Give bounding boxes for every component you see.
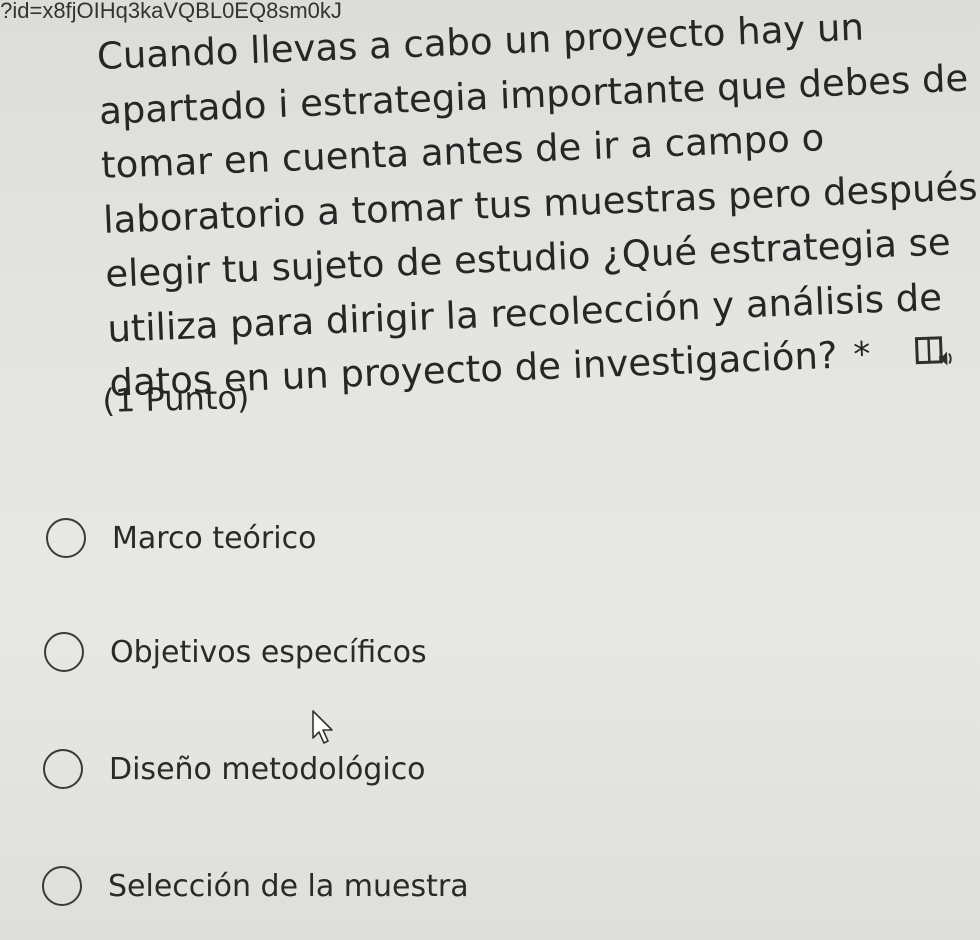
question-points: (1 Punto) — [102, 378, 250, 420]
immersive-reader-icon[interactable] — [914, 335, 955, 371]
option-objetivos-especificos[interactable]: Objetivos específicos — [44, 632, 427, 672]
option-label: Objetivos específicos — [110, 634, 427, 670]
option-seleccion-de-la-muestra[interactable]: Selección de la muestra — [42, 866, 469, 906]
option-label: Selección de la muestra — [108, 868, 469, 904]
mouse-pointer-icon — [312, 710, 336, 746]
option-diseno-metodologico[interactable]: Diseño metodológico — [43, 749, 426, 789]
radio-button[interactable] — [42, 866, 82, 906]
radio-button[interactable] — [46, 518, 86, 558]
option-label: Diseño metodológico — [109, 751, 426, 787]
required-indicator: * — [852, 334, 872, 376]
option-label: Marco teórico — [112, 520, 317, 556]
radio-button[interactable] — [43, 749, 83, 789]
option-marco-teorico[interactable]: Marco teórico — [46, 518, 316, 558]
radio-button[interactable] — [44, 632, 84, 672]
question-text: Cuando llevas a cabo un proyecto hay un … — [96, 0, 980, 411]
